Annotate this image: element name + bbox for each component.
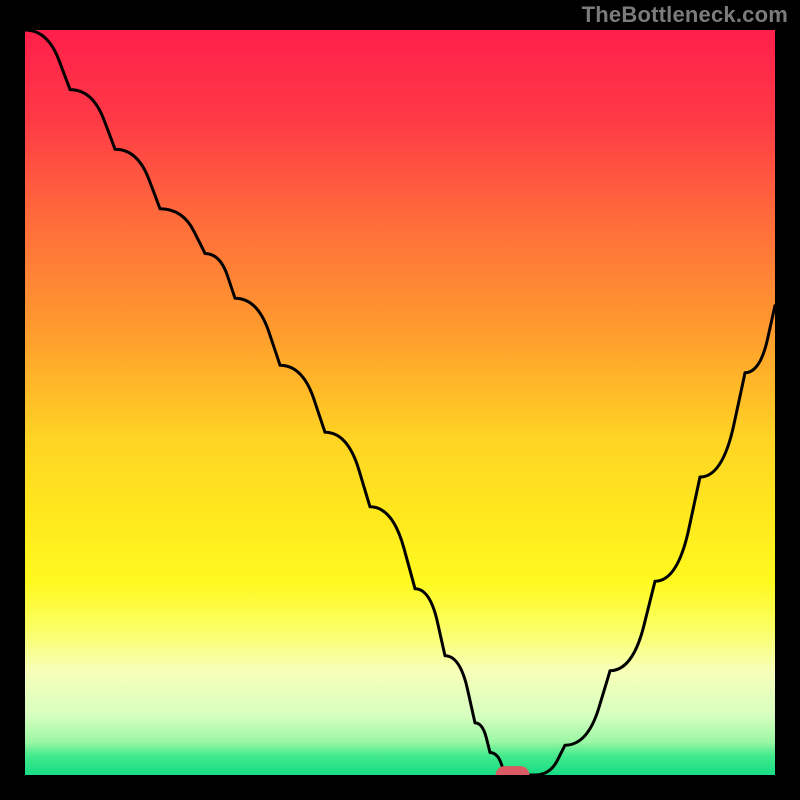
optimal-marker <box>496 766 530 775</box>
watermark-text: TheBottleneck.com <box>582 2 788 28</box>
gradient-background <box>25 30 775 775</box>
plot-area <box>25 30 775 775</box>
chart-frame: TheBottleneck.com <box>0 0 800 800</box>
chart-svg <box>25 30 775 775</box>
